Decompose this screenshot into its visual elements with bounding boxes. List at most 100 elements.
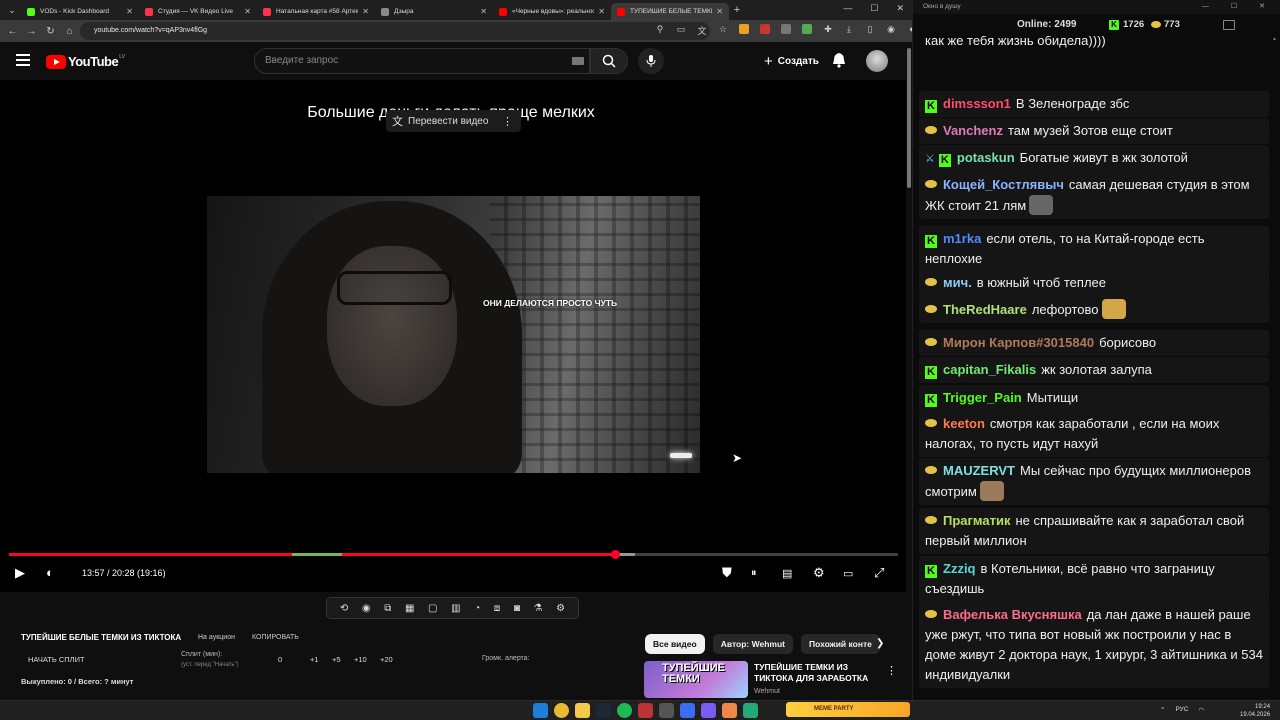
browser-tab[interactable]: Натальная карта #58 Артемий✕ [257, 3, 375, 20]
chat-username[interactable]: Кощей_Костлявыч [943, 177, 1064, 192]
chat-username[interactable]: keeton [943, 416, 985, 431]
chat-username[interactable]: Вафелька Вкусняшка [943, 607, 1082, 622]
browser-tab[interactable]: Дзыра ✕ [375, 3, 493, 20]
download-icon[interactable]: ⤓ [844, 24, 854, 36]
extensions-puzzle-icon[interactable]: ✚ [823, 24, 833, 36]
tab-close-icon[interactable]: ✕ [362, 7, 369, 16]
back-icon[interactable]: ← [3, 26, 22, 37]
play-icon[interactable]: ▶ [15, 565, 25, 581]
forward-icon[interactable]: → [22, 26, 41, 37]
more-options-icon[interactable]: ⋮ [502, 115, 513, 128]
browser-tab[interactable]: Студия — VK Видео Live ✕ [139, 3, 257, 20]
create-button[interactable]: + Создать [758, 50, 825, 72]
extension-icon[interactable] [739, 24, 749, 34]
frame-icon[interactable]: ▢ [428, 603, 437, 614]
start-icon[interactable] [533, 703, 548, 718]
clock[interactable]: 19:24 19.04.2026 [1240, 703, 1270, 719]
spotify-icon[interactable] [617, 703, 632, 718]
chat-username[interactable]: capitan_Fikalis [943, 362, 1036, 377]
scroll-up-icon[interactable]: ▲ [1272, 36, 1278, 42]
translate-video-button[interactable]: 文 Перевести видео ⋮ [386, 110, 521, 132]
speed-icon[interactable]: ◔ [474, 603, 480, 614]
keyboard-icon[interactable] [572, 57, 584, 65]
tab-search-icon[interactable]: ⌄ [3, 2, 21, 18]
autoplay-toggle-icon[interactable]: ⏸ [751, 567, 757, 580]
chat-username[interactable]: Zzziq [943, 561, 976, 576]
chat-username[interactable]: MAUZERVT [943, 463, 1015, 478]
address-bar[interactable]: youtube.com/watch?v=qAP3nv4flGg [80, 22, 710, 40]
chat-username[interactable]: TheRedHaare [943, 302, 1027, 317]
tab-close-icon[interactable]: ✕ [480, 7, 487, 16]
strip-icon[interactable]: ▥ [451, 603, 460, 614]
start-split-button[interactable]: НАЧАТЬ СПЛИТ [28, 655, 85, 664]
search-button[interactable] [590, 48, 628, 74]
app-icon[interactable] [680, 703, 695, 718]
subtitles-icon[interactable]: ▤ [782, 567, 792, 580]
chat-username[interactable]: dimssson1 [943, 96, 1011, 111]
recommendation-channel[interactable]: Wehmut [754, 688, 780, 695]
tab-close-icon[interactable]: ✕ [126, 7, 133, 16]
bookmark-star-icon[interactable]: ☆ [718, 24, 728, 36]
browser-tab[interactable]: ТУПЕЙШИЕ БЕЛЫЕ ТЕМКИ ✕ [611, 3, 729, 20]
reload-icon[interactable]: ↻ [41, 26, 60, 37]
tab-close-icon[interactable]: ✕ [716, 7, 723, 16]
cast-icon[interactable]: ▭ [676, 24, 686, 36]
chat-username[interactable]: potaskun [957, 150, 1015, 165]
gear-icon[interactable]: ⚙ [556, 603, 565, 614]
app-icon[interactable] [722, 703, 737, 718]
increment-button[interactable]: +5 [332, 655, 341, 664]
chat-username[interactable]: мич. [943, 275, 972, 290]
chat-username[interactable]: Мирон Карпов#3015840 [943, 335, 1094, 350]
loop-icon[interactable]: ⟲ [340, 603, 348, 614]
increment-button[interactable]: +10 [354, 655, 367, 664]
app-icon[interactable] [638, 703, 653, 718]
profile-icon[interactable]: ◉ [886, 24, 896, 36]
camera-icon[interactable]: ◙ [514, 603, 520, 614]
extension-icon[interactable] [760, 24, 770, 34]
browser-tab[interactable]: VODs - Kick Dashboard ✕ [21, 3, 139, 20]
hamburger-menu-icon[interactable] [16, 54, 30, 66]
tray-chevron-icon[interactable]: ⌃ [1160, 706, 1165, 714]
extension-icon[interactable] [781, 24, 791, 34]
search-input[interactable]: Введите запрос [254, 48, 590, 74]
progress-bar[interactable] [9, 550, 898, 559]
chat-username[interactable]: Прагматик [943, 513, 1010, 528]
youtube-logo[interactable]: YouTube LV [46, 54, 125, 69]
chat-window-controls[interactable]: — ☐ ✕ [1202, 0, 1275, 14]
close-icon[interactable]: ✕ [896, 3, 904, 14]
flask-icon[interactable]: ⚗ [534, 603, 543, 614]
meme-party-banner[interactable]: MEME PARTY [786, 702, 910, 717]
translate-icon[interactable]: 文 [697, 24, 707, 36]
increment-button[interactable]: +20 [380, 655, 393, 664]
chat-scrollbar[interactable]: ▲ [1272, 36, 1278, 692]
film-icon[interactable]: ▦ [405, 603, 414, 614]
more-options-icon[interactable]: ⋮ [886, 664, 897, 677]
settings-gear-icon[interactable]: ⚙ [813, 565, 825, 581]
theater-mode-icon[interactable]: ▭ [843, 567, 853, 580]
maximize-icon[interactable]: ☐ [870, 3, 878, 14]
new-tab-button[interactable]: + [729, 4, 745, 16]
sidebar-icon[interactable]: ▯ [865, 24, 875, 36]
chip-all-videos[interactable]: Все видео [645, 634, 705, 654]
recommendation-thumbnail[interactable]: ТУПЕЙШИЕ ТЕМКИ [644, 661, 748, 698]
app-icon[interactable] [743, 703, 758, 718]
tab-close-icon[interactable]: ✕ [244, 7, 251, 16]
increment-button[interactable]: +1 [310, 655, 319, 664]
wifi-icon[interactable]: ◠ [1198, 706, 1204, 714]
chat-username[interactable]: Trigger_Pain [943, 390, 1022, 405]
lang-indicator[interactable]: РУС [1175, 706, 1188, 714]
tab-close-icon[interactable]: ✕ [598, 7, 605, 16]
pip-icon[interactable]: ⧈ [494, 603, 500, 614]
screenshot-icon[interactable]: ⧉ [384, 603, 391, 614]
chat-settings-icon[interactable] [1223, 20, 1235, 30]
chip-similar[interactable]: Похожий конте [800, 634, 880, 654]
zoom-icon[interactable]: ⚲ [655, 24, 665, 36]
avatar[interactable] [866, 50, 888, 72]
app-icon[interactable] [701, 703, 716, 718]
app-icon[interactable] [659, 703, 674, 718]
chevron-right-icon[interactable]: ❯ [876, 638, 884, 649]
auction-button[interactable]: На аукцион [198, 634, 235, 641]
notifications-bell-icon[interactable] [832, 52, 846, 68]
copy-button[interactable]: КОПИРОВАТЬ [252, 634, 299, 641]
chat-username[interactable]: Vanchenz [943, 123, 1003, 138]
